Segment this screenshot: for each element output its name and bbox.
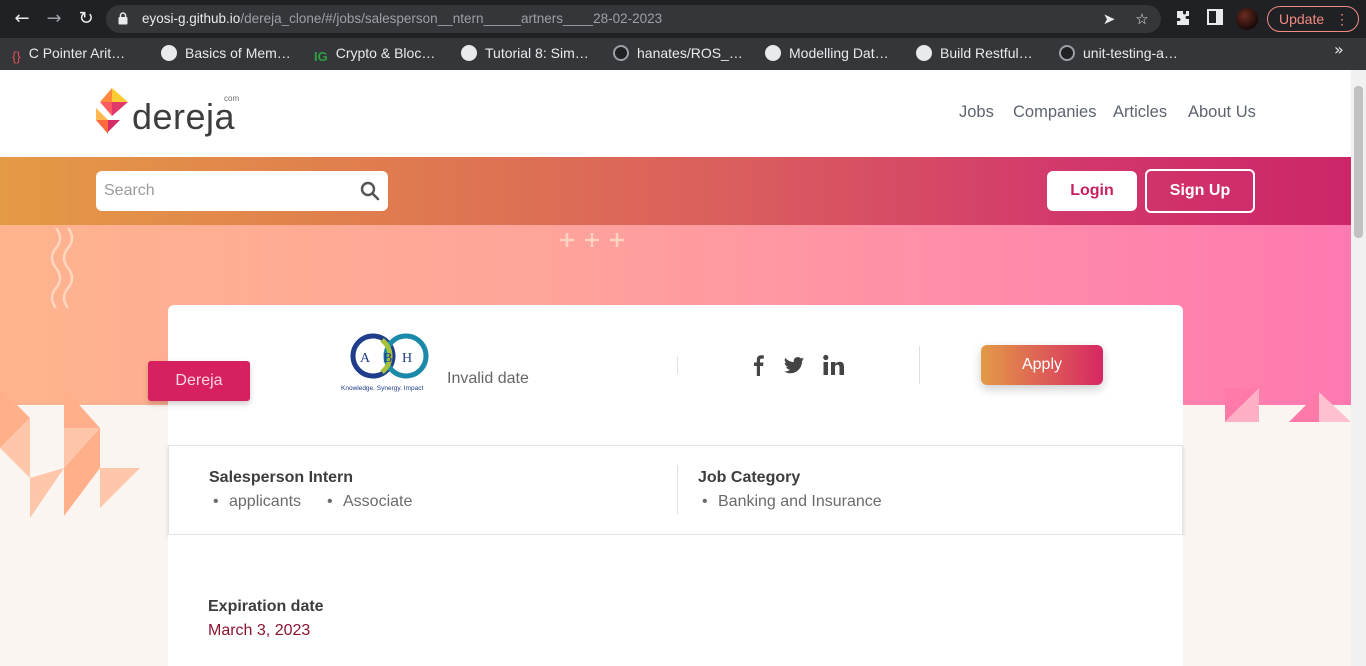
nav-jobs[interactable]: Jobs <box>959 103 994 122</box>
lock-icon <box>118 12 128 25</box>
send-icon[interactable]: ➤ <box>1100 10 1118 28</box>
forward-icon[interactable]: → <box>42 7 66 31</box>
globe-icon <box>765 45 781 61</box>
job-title: Salesperson Intern <box>209 469 354 486</box>
facebook-icon[interactable] <box>752 354 764 376</box>
globe-icon <box>461 45 477 61</box>
job-info-panel <box>168 445 1183 535</box>
divider <box>677 465 678 514</box>
bookmark-item[interactable]: Basics of Mem… <box>161 38 291 70</box>
site-header: dereja com Jobs Companies Articles About… <box>0 70 1351 157</box>
code-icon: {} <box>12 49 21 64</box>
svg-text:Knowledge. Synergy. Impact: Knowledge. Synergy. Impact <box>341 385 423 392</box>
nav-about-us[interactable]: About Us <box>1188 103 1256 122</box>
menu-dots-icon: ⋮ <box>1335 11 1349 27</box>
login-button[interactable]: Login <box>1047 171 1137 211</box>
browser-toolbar: ← → ↻ eyosi-g.github.io/dereja_clone/#/j… <box>0 0 1366 38</box>
divider <box>677 356 678 374</box>
globe-icon <box>916 45 932 61</box>
expiration-date: March 3, 2023 <box>208 622 311 639</box>
search-input[interactable] <box>96 171 346 211</box>
profile-avatar[interactable] <box>1236 8 1258 30</box>
bookmark-item[interactable]: Modelling Dat… <box>765 38 889 70</box>
logo-text: dereja <box>132 96 236 137</box>
nav-articles[interactable]: Articles <box>1113 103 1167 122</box>
company-tag[interactable]: Dereja <box>148 361 250 401</box>
svg-text:H: H <box>402 351 412 366</box>
scrollbar-thumb[interactable] <box>1354 86 1363 238</box>
star-icon[interactable]: ☆ <box>1133 10 1151 28</box>
svg-text:B: B <box>383 351 392 366</box>
page-viewport: dereja com Jobs Companies Articles About… <box>0 70 1351 666</box>
update-button[interactable]: Update ⋮ <box>1267 6 1359 32</box>
github-icon <box>613 45 629 61</box>
reload-icon[interactable]: ↻ <box>74 7 98 31</box>
category-title: Job Category <box>698 469 801 486</box>
post-date: Invalid date <box>447 370 529 387</box>
list-item: applicants <box>213 493 301 511</box>
bookmark-item[interactable]: Tutorial 8: Sim… <box>461 38 589 70</box>
apply-button[interactable]: Apply <box>981 345 1103 385</box>
extensions-icon[interactable] <box>1173 9 1193 29</box>
address-bar[interactable]: eyosi-g.github.io/dereja_clone/#/jobs/sa… <box>106 5 1161 33</box>
triangle-pattern-left-icon <box>0 388 140 518</box>
search-icon[interactable] <box>360 181 380 201</box>
ig-icon: IG <box>314 49 328 64</box>
bookmark-item[interactable]: Build Restful… <box>916 38 1033 70</box>
url-text: eyosi-g.github.io/dereja_clone/#/jobs/sa… <box>142 11 663 26</box>
back-icon[interactable]: ← <box>10 7 34 31</box>
dereja-logo[interactable]: dereja com <box>96 88 246 142</box>
logo-mark-icon <box>96 88 128 134</box>
wave-decoration-icon <box>50 228 74 309</box>
bookmarks-bar: {} C Pointer Arit… Basics of Mem… IG Crypt… <box>0 38 1366 70</box>
triangle-pattern-right-icon <box>1225 388 1351 422</box>
expiration-label: Expiration date <box>208 598 324 615</box>
scrollbar[interactable] <box>1351 70 1366 666</box>
twitter-icon[interactable] <box>783 354 805 376</box>
more-bookmarks-icon[interactable]: » <box>1334 40 1344 59</box>
list-item: Associate <box>327 493 412 511</box>
divider <box>919 346 920 384</box>
linkedin-icon[interactable] <box>823 354 844 376</box>
search-box <box>96 171 388 211</box>
globe-icon <box>161 45 177 61</box>
sidepanel-icon[interactable] <box>1205 9 1225 29</box>
github-icon <box>1059 45 1075 61</box>
bookmark-item[interactable]: hanates/ROS_… <box>613 38 743 70</box>
list-item: Banking and Insurance <box>702 493 882 511</box>
signup-button[interactable]: Sign Up <box>1145 169 1255 213</box>
svg-text:A: A <box>360 351 371 366</box>
bookmark-item[interactable]: IG Crypto & Bloc… <box>314 38 435 70</box>
plus-decoration-icon <box>560 233 624 247</box>
logo-suffix: com <box>224 94 240 103</box>
nav-companies[interactable]: Companies <box>1013 103 1096 122</box>
bookmark-item[interactable]: {} C Pointer Arit… <box>12 38 125 70</box>
search-band: Login Sign Up <box>0 157 1351 225</box>
bookmark-item[interactable]: unit-testing-a… <box>1059 38 1178 70</box>
company-logo[interactable]: A B H Knowledge. Synergy. Impact <box>340 328 440 394</box>
